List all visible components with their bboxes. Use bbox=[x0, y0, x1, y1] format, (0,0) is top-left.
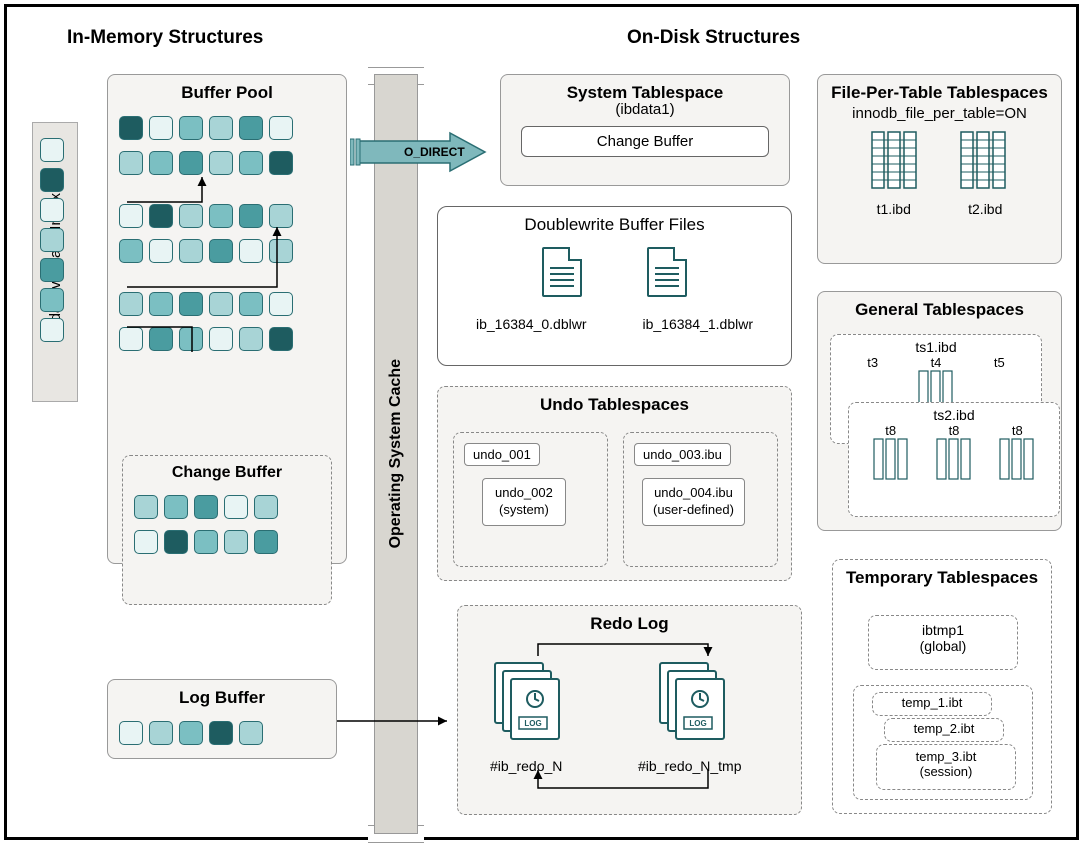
t8b: t8 bbox=[949, 423, 960, 438]
undo-001: undo_001 bbox=[464, 443, 540, 466]
system-ts-sub: (ibdata1) bbox=[501, 101, 789, 118]
file-icon bbox=[542, 247, 582, 302]
dblwr-f2: ib_16384_1.dblwr bbox=[642, 316, 753, 332]
temp-title: Temporary Tablespaces bbox=[833, 560, 1051, 592]
o-direct-label: O_DIRECT bbox=[404, 145, 465, 159]
tablespace-icon bbox=[999, 438, 1035, 482]
undo-title: Undo Tablespaces bbox=[438, 387, 791, 419]
temp2: temp_2.ibt bbox=[884, 718, 1004, 742]
buffer-pool-arrows bbox=[107, 167, 327, 367]
doublewrite-box: Doublewrite Buffer Files ib_16384_0.dblw… bbox=[437, 206, 792, 366]
change-buffer-title: Change Buffer bbox=[123, 456, 331, 486]
fpt-t2: t2.ibd bbox=[968, 201, 1002, 217]
architecture-diagram: In-Memory Structures On-Disk Structures … bbox=[4, 4, 1079, 840]
fpt-box: File-Per-Table Tablespaces innodb_file_p… bbox=[817, 74, 1062, 264]
tablespace-icon bbox=[873, 438, 909, 482]
undo-user-group: undo_003.ibu undo_004.ibu (user-defined) bbox=[623, 432, 778, 567]
undo-004: undo_004.ibu bbox=[653, 485, 734, 502]
temp-global: ibtmp1 (global) bbox=[868, 615, 1018, 670]
adaptive-hash-cells bbox=[40, 132, 64, 348]
general-title: General Tablespaces bbox=[818, 292, 1061, 324]
log-buffer-title: Log Buffer bbox=[108, 680, 336, 712]
tablespace-icon bbox=[936, 438, 972, 482]
file-icon bbox=[647, 247, 687, 302]
t8a: t8 bbox=[885, 423, 896, 438]
fpt-t1: t1.ibd bbox=[877, 201, 911, 217]
temp3-box: temp_3.ibt (session) bbox=[876, 744, 1016, 790]
ts2-label: ts2.ibd bbox=[849, 407, 1059, 423]
redo-n-tmp: #ib_redo_N_tmp bbox=[638, 758, 742, 774]
log-buffer-box: Log Buffer bbox=[107, 679, 337, 759]
header-inmem: In-Memory Structures bbox=[67, 27, 263, 49]
temp1: temp_1.ibt bbox=[872, 692, 992, 716]
fpt-title: File-Per-Table Tablespaces bbox=[818, 75, 1061, 107]
undo-002: undo_002 bbox=[495, 485, 553, 502]
undo-004-sub: (user-defined) bbox=[653, 502, 734, 519]
temp-session-sub: (session) bbox=[877, 764, 1015, 779]
ibtmp1-sub: (global) bbox=[869, 638, 1017, 654]
system-tablespace: System Tablespace (ibdata1) Change Buffe… bbox=[500, 74, 790, 186]
change-buffer-box: Change Buffer bbox=[122, 455, 332, 605]
undo-box: Undo Tablespaces undo_001 undo_002 (syst… bbox=[437, 386, 792, 581]
temp-session-group: temp_1.ibt temp_2.ibt temp_3.ibt (sessio… bbox=[853, 685, 1033, 800]
general-ts-box: General Tablespaces ts1.ibd t3 t4 t5 ts2… bbox=[817, 291, 1062, 531]
redo-arrows bbox=[498, 640, 748, 800]
ts2-group: ts2.ibd t8 t8 t8 bbox=[848, 402, 1060, 517]
header-ondisk: On-Disk Structures bbox=[627, 27, 800, 49]
t4: t4 bbox=[931, 355, 942, 370]
undo-system-group: undo_001 undo_002 (system) bbox=[453, 432, 608, 567]
fpt-sub: innodb_file_per_table=ON bbox=[818, 105, 1061, 122]
log-buffer-arrow bbox=[337, 707, 457, 747]
buffer-pool-title: Buffer Pool bbox=[108, 75, 346, 107]
redo-title: Redo Log bbox=[458, 606, 801, 638]
t3: t3 bbox=[867, 355, 878, 370]
tablespace-icon bbox=[959, 130, 1009, 192]
dblwr-title: Doublewrite Buffer Files bbox=[438, 207, 791, 239]
undo-002-sub: (system) bbox=[495, 502, 553, 519]
ts1-label: ts1.ibd bbox=[831, 339, 1041, 355]
redo-n: #ib_redo_N bbox=[490, 758, 562, 774]
system-ts-title: System Tablespace bbox=[501, 75, 789, 103]
os-cache-label: Operating System Cache bbox=[387, 359, 405, 548]
tablespace-icon bbox=[870, 130, 920, 192]
undo-003: undo_003.ibu bbox=[634, 443, 731, 466]
temp-ts-box: Temporary Tablespaces ibtmp1 (global) te… bbox=[832, 559, 1052, 814]
ibtmp1: ibtmp1 bbox=[869, 622, 1017, 638]
system-ts-change-buffer: Change Buffer bbox=[521, 126, 769, 157]
t8c: t8 bbox=[1012, 423, 1023, 438]
redo-box: Redo Log LOG LOG #ib_redo_N #ib_redo_N_t… bbox=[457, 605, 802, 815]
temp3: temp_3.ibt bbox=[877, 749, 1015, 764]
t5: t5 bbox=[994, 355, 1005, 370]
dblwr-f1: ib_16384_0.dblwr bbox=[476, 316, 587, 332]
